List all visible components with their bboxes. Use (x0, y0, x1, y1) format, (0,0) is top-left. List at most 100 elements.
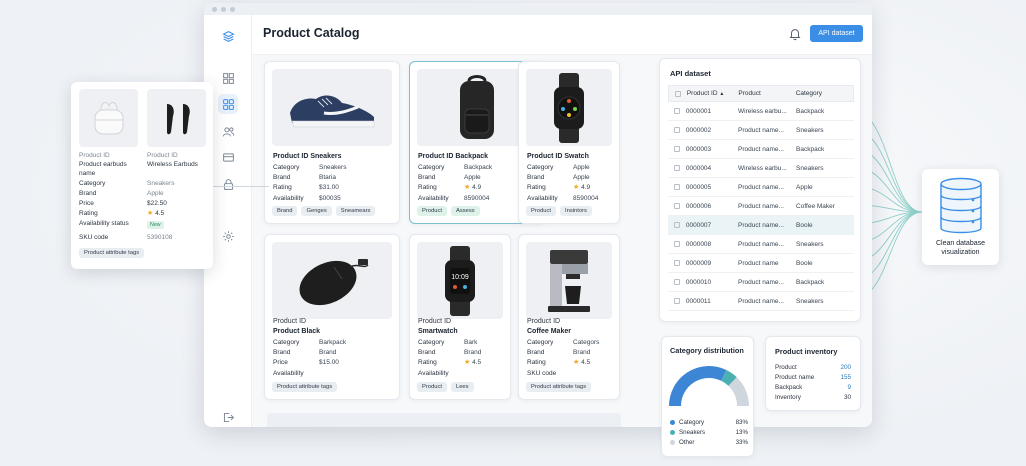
table-cell: Sneakers (796, 164, 824, 172)
product-card[interactable]: Product ID Sneakers Category Sneakers Bra… (264, 61, 400, 224)
tag-list: Product attribute tags (79, 248, 145, 258)
product-image (147, 89, 206, 147)
row-checkbox[interactable] (674, 260, 680, 266)
tag[interactable]: Product attribute tags (526, 382, 592, 392)
tag-list: Product attribute tags (526, 382, 592, 392)
card-title: Product ID Backpack (418, 153, 489, 160)
attr-key: Category (273, 339, 300, 346)
tag[interactable]: Assess (450, 206, 480, 216)
column-header[interactable]: Product (738, 90, 795, 97)
column-header[interactable]: Category (796, 90, 853, 97)
card-title: Product ID Sneakers (273, 153, 342, 160)
product-card[interactable]: Product ID Swatch Category Apple Brand App… (518, 61, 620, 224)
table-row[interactable]: 0000011 Product name... Sneakers (668, 292, 854, 311)
table-cell: Product name... (738, 278, 784, 286)
attr-key: SKU code (527, 369, 557, 377)
card-title: Smartwatch (418, 328, 458, 335)
product-card[interactable]: 10:09 Product ID Smartwatch Category Bark… (409, 234, 511, 400)
tag[interactable]: Sneamears (335, 206, 376, 216)
table-row[interactable]: 0000002 Product name... Sneakers (668, 121, 854, 140)
lock-icon[interactable] (218, 174, 238, 194)
table-row[interactable]: 0000009 Product name Boole (668, 254, 854, 273)
card-attributes: Category Categors Brand Brand Rating ★ 4.5 … (527, 338, 599, 379)
logout-icon[interactable] (218, 407, 238, 427)
settings-icon[interactable] (218, 226, 238, 246)
window-dot[interactable] (212, 6, 217, 12)
users-icon[interactable] (218, 121, 238, 141)
table-cell: Backpack (796, 278, 825, 286)
row-checkbox[interactable] (674, 203, 680, 209)
card-title: Coffee Maker (527, 328, 571, 335)
attr-value: Brand (464, 349, 482, 357)
table-row[interactable]: 0000001 Wireless earbu... Backpack (668, 102, 854, 121)
attr-value: Brand (319, 349, 337, 357)
row-checkbox[interactable] (674, 298, 680, 304)
card-attributes: Category Bark Brand Brand Rating ★ 4.5 Avai… (418, 338, 481, 379)
dashboard-icon[interactable] (218, 94, 238, 114)
column-header[interactable]: Product ID ▲ (687, 90, 739, 97)
table-cell: 0000004 (685, 164, 712, 172)
tag[interactable]: Genges (301, 206, 332, 216)
tag[interactable]: Product attribute tags (272, 382, 338, 392)
table-row[interactable]: 0000007 Product name... Boole (668, 216, 854, 235)
table-row[interactable]: 0000006 Product name... Coffee Maker (668, 197, 854, 216)
table-row[interactable]: 0000004 Wireless earbu... Sneakers (668, 159, 854, 178)
attr-value: Sneakers (319, 164, 347, 171)
attr-key: Availability (273, 194, 304, 202)
database-card[interactable]: Clean database visualization (922, 169, 999, 265)
layers-icon[interactable] (218, 26, 238, 46)
window-dot[interactable] (230, 6, 235, 12)
window-dot[interactable] (221, 6, 226, 12)
attr-value: 4.9 (472, 184, 482, 192)
table-cell: Product name... (738, 145, 784, 153)
tag[interactable]: Product (526, 206, 556, 216)
select-all-checkbox[interactable] (675, 90, 681, 97)
table-cell: Product name... (738, 183, 784, 191)
row-checkbox[interactable] (674, 184, 680, 190)
row-checkbox[interactable] (674, 146, 680, 152)
table-cell: Sneakers (796, 240, 824, 248)
attr-key: Availability status (79, 220, 129, 227)
attr-key: Rating (418, 359, 437, 367)
sort-arrow-icon[interactable]: ▲ (719, 91, 724, 97)
table-row[interactable]: 0000005 Product name... Apple (668, 178, 854, 197)
table-row[interactable]: 0000003 Product name... Backpack (668, 140, 854, 159)
card-icon[interactable] (218, 147, 238, 167)
attr-key: Rating (79, 210, 98, 217)
window-titlebar (204, 3, 872, 15)
row-checkbox[interactable] (674, 241, 680, 247)
tag[interactable]: Product (417, 206, 447, 216)
product-card[interactable]: Product ID Coffee Maker Category Categors… (518, 234, 620, 400)
gauge-segment (728, 377, 749, 407)
tag[interactable]: Insintors (559, 206, 592, 216)
tag[interactable]: Lees (450, 382, 474, 392)
tag[interactable]: Product (417, 382, 447, 392)
tag[interactable]: Product attribute tags (79, 248, 145, 258)
tag[interactable]: Brand (272, 206, 298, 216)
attr-key: Price (79, 200, 94, 207)
table-body: 0000001 Wireless earbu... Backpack 0000002 P… (668, 102, 854, 311)
product-name: Wireless Earbuds (147, 161, 198, 168)
card-id-label: Product ID (273, 318, 307, 325)
floating-product-card[interactable]: Product ID Product earbuds name Product … (71, 82, 213, 269)
card-attributes: Category Barkpack Brand Brand Price $15.00 … (273, 338, 346, 379)
star-icon: ★ (573, 359, 580, 367)
tag-list: Product attribute tags (272, 382, 338, 392)
table-cell: Apple (796, 183, 813, 191)
api-dataset-button[interactable]: API dataset (810, 25, 863, 42)
product-card[interactable]: Product ID Product Black Category Barkpac… (264, 234, 400, 400)
table-cell: Coffee Maker (796, 202, 835, 210)
bell-icon[interactable] (788, 27, 802, 41)
scroll-hint (267, 413, 621, 427)
row-checkbox[interactable] (674, 222, 680, 228)
row-checkbox[interactable] (674, 127, 680, 133)
row-checkbox[interactable] (674, 279, 680, 285)
attr-value: Brand (573, 349, 591, 357)
row-checkbox[interactable] (674, 108, 680, 114)
table-row[interactable]: 0000010 Product name... Backpack (668, 273, 854, 292)
distribution-gauge (669, 366, 749, 407)
table-row[interactable]: 0000008 Product name... Sneakers (668, 235, 854, 254)
attr-key: Availability (418, 194, 449, 202)
grid-icon[interactable] (218, 68, 238, 88)
row-checkbox[interactable] (674, 165, 680, 171)
